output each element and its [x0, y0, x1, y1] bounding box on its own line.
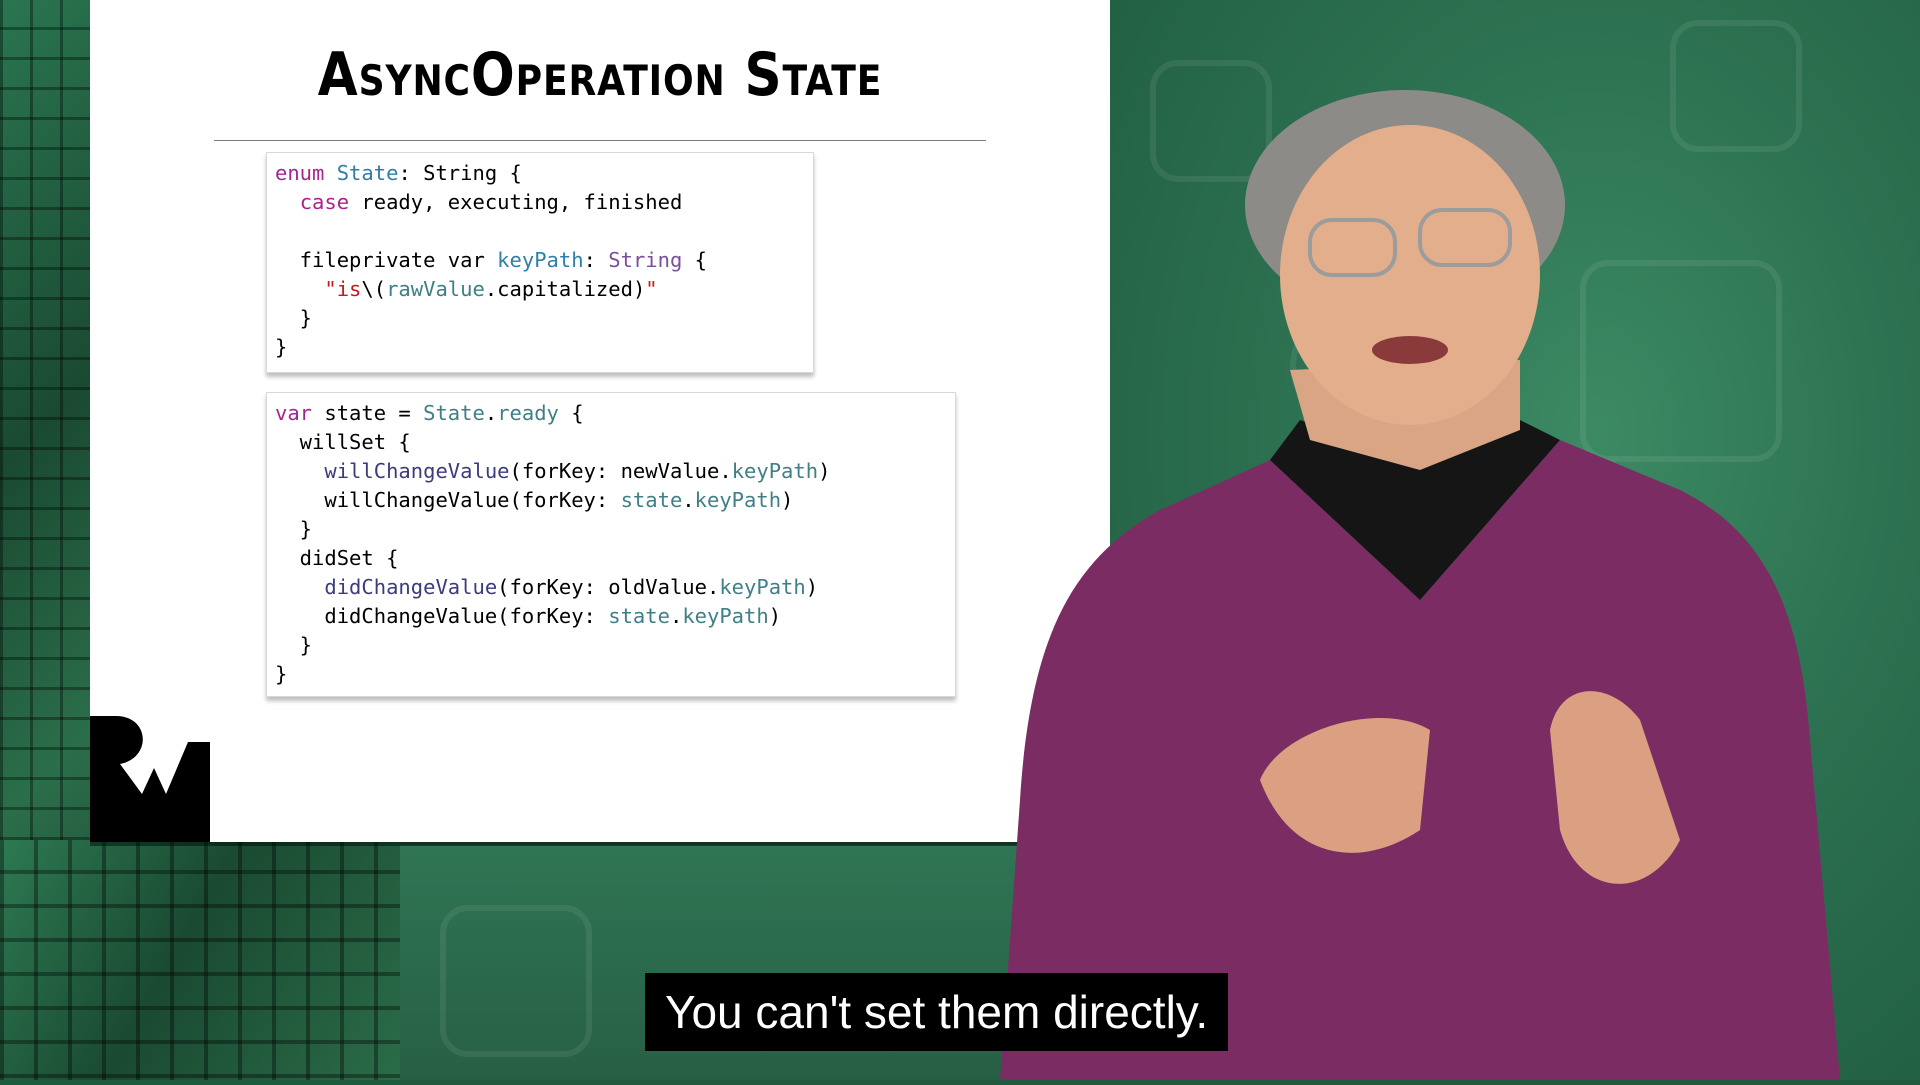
presentation-slide: AsyncOperation State enum State: String … [90, 0, 1110, 842]
code-token: state [608, 604, 670, 628]
code-token: State [336, 161, 399, 185]
code-line: fileprivate var keyPath: String { [275, 246, 805, 275]
code-token: { [682, 248, 708, 272]
code-line: } [275, 333, 805, 362]
code-token: State [423, 401, 485, 425]
code-token: willSet { [275, 430, 411, 454]
code-token: didSet { [275, 546, 399, 570]
code-token: keyPath [694, 488, 782, 512]
code-token: ) [805, 575, 819, 599]
code-line: enum State: String { [275, 159, 805, 188]
code-token: willChangeValue [324, 459, 510, 483]
code-token: { [558, 401, 584, 425]
code-line: "is\(rawValue.capitalized)" [275, 275, 805, 304]
code-token: keyPath [719, 575, 806, 599]
code-line: } [275, 631, 947, 660]
code-token: (forKey: newValue. [509, 459, 732, 483]
code-token: } [275, 633, 313, 657]
presenter-video [960, 40, 1860, 1080]
video-caption: You can't set them directly. [645, 973, 1229, 1051]
code-token: keyPath [497, 248, 584, 272]
code-line: } [275, 515, 947, 544]
code-token: state [620, 488, 683, 512]
code-token: . [484, 401, 498, 425]
code-token: \( [361, 277, 387, 301]
code-token: case [299, 190, 350, 214]
code-line: didChangeValue(forKey: state.keyPath) [275, 602, 947, 631]
code-token: ready, executing, finished [349, 190, 683, 214]
code-token: . [682, 488, 695, 512]
code-token: var [275, 401, 313, 425]
code-block-state-enum: enum State: String { case ready, executi… [266, 152, 814, 373]
code-line: willChangeValue(forKey: state.keyPath) [275, 486, 947, 515]
code-token: ) [818, 459, 831, 483]
code-token: String [608, 248, 683, 272]
code-token: : [583, 248, 609, 272]
title-divider [214, 140, 986, 141]
code-line: } [275, 660, 947, 689]
code-token: } [275, 517, 313, 541]
slide-title: AsyncOperation State [317, 40, 883, 110]
heart-icon [440, 905, 592, 1057]
code-token: . [669, 604, 683, 628]
code-token: ready [497, 401, 559, 425]
code-line: didChangeValue(forKey: oldValue.keyPath) [275, 573, 947, 602]
code-token: keyPath [682, 604, 769, 628]
code-token: keyPath [731, 459, 819, 483]
code-token: didChangeValue(forKey: [275, 604, 609, 628]
code-token: rawValue [386, 277, 485, 301]
code-line: case ready, executing, finished [275, 188, 805, 217]
code-token: fileprivate var [275, 248, 498, 272]
rw-logo-icon [90, 716, 210, 842]
code-token: state = [312, 401, 424, 425]
code-token: } [275, 662, 288, 686]
code-token: .capitalized) [484, 277, 646, 301]
code-token: } [275, 306, 313, 330]
code-token: "is [324, 277, 362, 301]
code-token: ) [768, 604, 782, 628]
code-token: " [645, 277, 658, 301]
code-token: } [275, 335, 288, 359]
code-line: didSet { [275, 544, 947, 573]
code-token: willChangeValue(forKey: [275, 488, 621, 512]
code-line: var state = State.ready { [275, 399, 947, 428]
code-line: } [275, 304, 805, 333]
code-token: didChangeValue [324, 575, 498, 599]
code-line: willChangeValue(forKey: newValue.keyPath… [275, 457, 947, 486]
code-block-state-property: var state = State.ready { willSet { will… [266, 392, 956, 697]
code-token: ) [781, 488, 794, 512]
code-token: enum [275, 161, 325, 185]
background-mosaic-bottom [0, 840, 400, 1080]
code-token: : String { [398, 161, 522, 185]
code-line: willSet { [275, 428, 947, 457]
code-token: (forKey: oldValue. [497, 575, 720, 599]
